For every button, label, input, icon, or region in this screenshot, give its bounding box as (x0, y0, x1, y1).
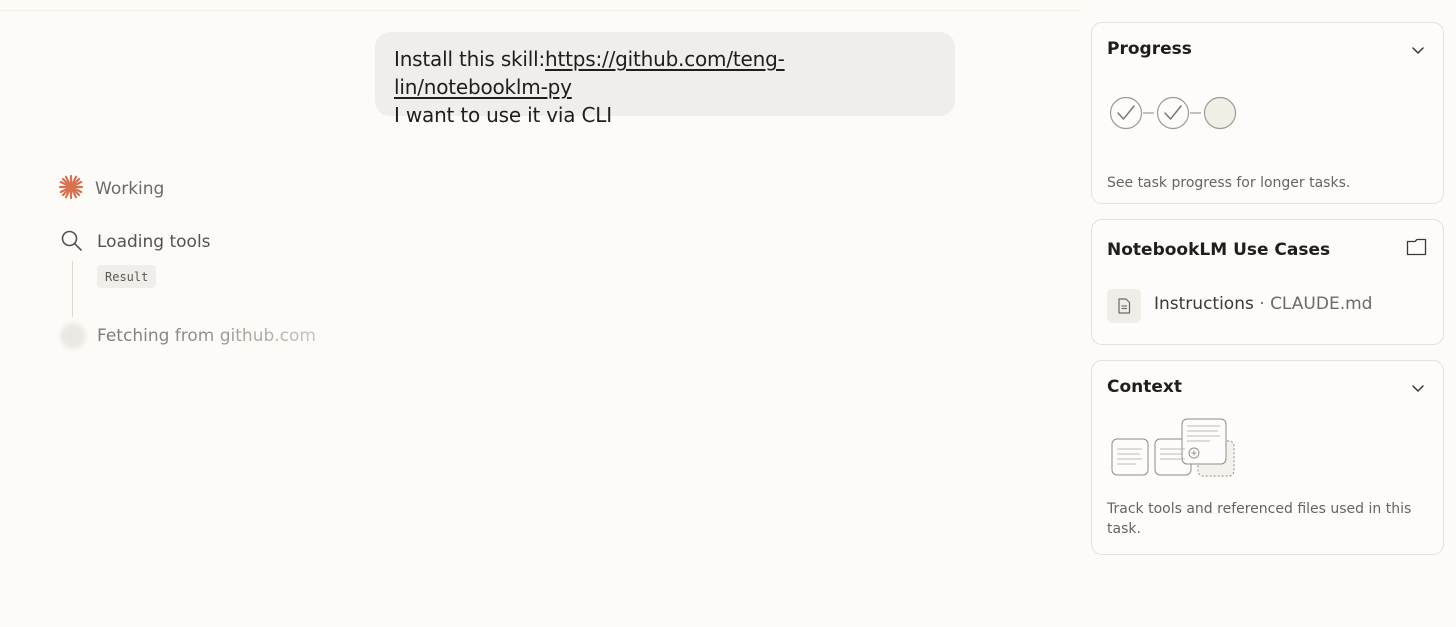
progress-panel: Progress See task progress for longer ta… (1091, 22, 1444, 204)
file-separator: · (1253, 294, 1271, 314)
message-prefix: Install this skill: (394, 47, 546, 71)
fetching-label: Fetching from github.com (97, 326, 316, 346)
step-complete-icon (1109, 96, 1143, 130)
working-label: Working (95, 179, 165, 199)
progress-steps (1109, 96, 1237, 130)
loading-tools-step[interactable]: Loading tools (60, 228, 211, 256)
sparkle-icon (58, 174, 84, 204)
search-icon (60, 229, 83, 256)
context-illustration (1111, 418, 1235, 477)
message-line-1: Install this skill:https://github.com/te… (394, 45, 936, 101)
file-name: Instructions (1154, 294, 1254, 314)
step-connector (72, 261, 73, 317)
step-complete-icon (1156, 96, 1190, 130)
instructions-file[interactable]: Instructions · CLAUDE.md (1154, 294, 1372, 314)
step-pending-icon (1203, 96, 1237, 130)
context-title: Context (1107, 377, 1183, 397)
chevron-down-icon[interactable] (1410, 42, 1426, 58)
message-line-2: I want to use it via CLI (394, 103, 612, 127)
project-panel: NotebookLM Use Cases Instructions · CLAU… (1091, 219, 1444, 345)
file-path: CLAUDE.md (1270, 294, 1373, 314)
top-divider (0, 10, 1080, 11)
working-status: Working (58, 174, 164, 204)
context-panel: Context Track tools and referenced files… (1091, 360, 1444, 555)
folder-icon[interactable] (1406, 238, 1427, 260)
context-description: Track tools and referenced files used in… (1107, 501, 1412, 537)
loading-spinner-icon (60, 323, 86, 349)
user-message-bubble: Install this skill:https://github.com/te… (375, 32, 955, 127)
progress-description: See task progress for longer tasks. (1107, 175, 1351, 191)
project-title: NotebookLM Use Cases (1107, 240, 1331, 260)
document-icon (1107, 289, 1141, 323)
chevron-down-icon[interactable] (1410, 380, 1426, 396)
loading-tools-label: Loading tools (97, 232, 211, 252)
progress-title: Progress (1107, 39, 1192, 59)
result-chip[interactable]: Result (97, 265, 157, 288)
fetching-step: Fetching from github.com (60, 322, 316, 350)
